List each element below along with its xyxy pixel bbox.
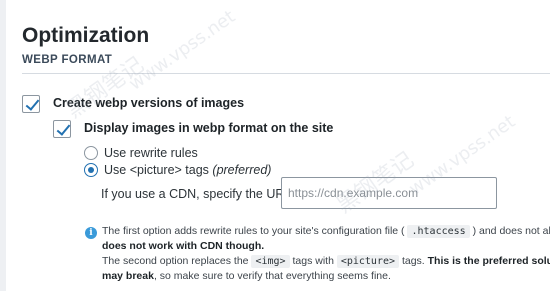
display-webp-checkbox[interactable] xyxy=(53,120,71,138)
note-text: The first option adds rewrite rules to y… xyxy=(102,225,405,237)
checkmark-icon xyxy=(56,121,71,136)
note-text: ) and does not alter yo xyxy=(472,225,550,237)
info-note: The first option adds rewrite rules to y… xyxy=(102,224,550,284)
note-bold: does not work with CDN though. xyxy=(102,240,265,252)
note-bold: This is the preferred solution xyxy=(427,255,550,267)
note-line-2: does not work with CDN though. xyxy=(102,239,550,254)
create-webp-label: Create webp versions of images xyxy=(53,96,245,110)
picture-tags-label-text: Use <picture> tags xyxy=(104,163,213,177)
create-webp-checkbox[interactable] xyxy=(22,95,40,113)
display-webp-label: Display images in webp format on the sit… xyxy=(84,121,334,135)
preferred-hint: (preferred) xyxy=(212,163,272,177)
note-line-3: The second option replaces the <img> tag… xyxy=(102,254,550,269)
img-code: <img> xyxy=(251,255,290,268)
note-text: tags with xyxy=(292,255,334,267)
section-heading: WEBP FORMAT xyxy=(22,54,113,66)
page-title: Optimization xyxy=(22,24,150,47)
rewrite-rules-radio[interactable] xyxy=(84,146,98,160)
note-bold: may break xyxy=(102,270,154,282)
cdn-label: If you use a CDN, specify the URL: xyxy=(101,187,295,201)
htaccess-code: .htaccess xyxy=(407,225,470,238)
note-line-4: may break, so make sure to verify that e… xyxy=(102,269,550,284)
picture-tags-radio[interactable] xyxy=(84,163,98,177)
cdn-url-input[interactable] xyxy=(281,177,497,209)
checkmark-icon xyxy=(25,96,40,111)
note-text: tags. xyxy=(401,255,425,267)
radio-dot-icon xyxy=(88,167,94,173)
watermark: www.vpss.net xyxy=(125,6,240,95)
picture-tags-label: Use <picture> tags (preferred) xyxy=(104,163,271,177)
info-icon: i xyxy=(85,227,97,239)
rewrite-rules-label: Use rewrite rules xyxy=(104,146,198,160)
section-divider xyxy=(22,73,550,74)
picture-code: <picture> xyxy=(336,255,400,268)
settings-panel: Optimization WEBP FORMAT Create webp ver… xyxy=(0,0,550,291)
note-text: , so make sure to verify that everything… xyxy=(153,270,391,282)
note-text: The second option replaces the xyxy=(102,255,249,267)
note-line-1: The first option adds rewrite rules to y… xyxy=(102,224,550,239)
